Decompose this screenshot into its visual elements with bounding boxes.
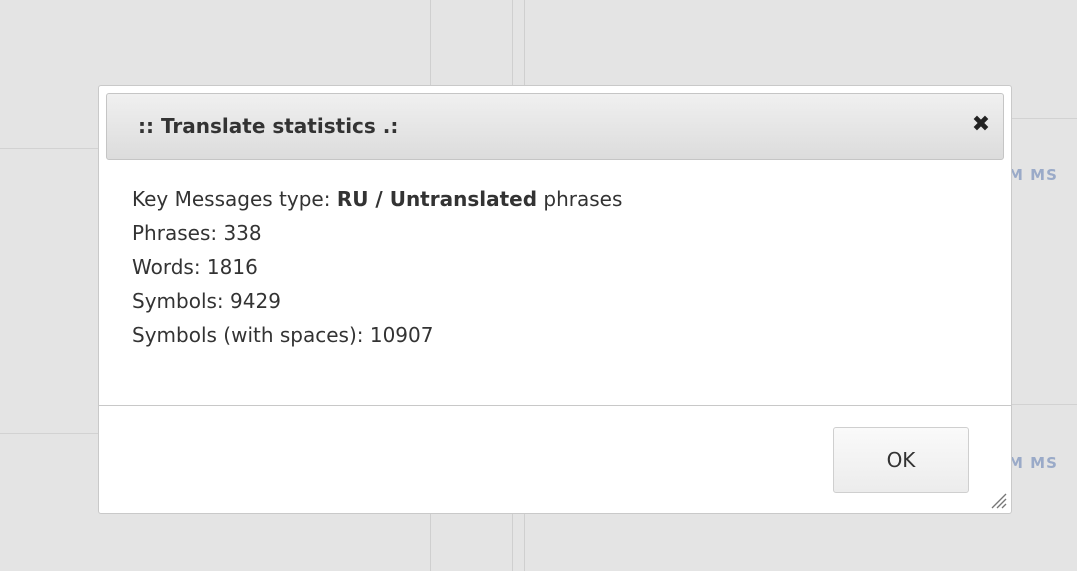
- message-type-line: Key Messages type: RU / Untranslated phr…: [132, 182, 622, 216]
- background-row-divider: [1012, 404, 1077, 405]
- ok-button[interactable]: OK: [833, 427, 969, 493]
- dialog-content: Key Messages type: RU / Untranslated phr…: [132, 182, 622, 352]
- background-link-row-2[interactable]: M MS: [1008, 454, 1058, 472]
- dialog-title: :: Translate statistics .:: [138, 114, 399, 138]
- background-row-divider: [0, 433, 98, 434]
- background-row-divider: [0, 148, 98, 149]
- close-icon[interactable]: ✖: [967, 111, 995, 139]
- translate-statistics-dialog: :: Translate statistics .: ✖ Key Message…: [98, 85, 1012, 514]
- background-row-divider: [1012, 118, 1077, 119]
- words-count: Words: 1816: [132, 255, 258, 279]
- resize-grip-icon[interactable]: [988, 490, 1008, 510]
- message-type-value: RU / Untranslated: [336, 187, 538, 211]
- symbols-with-spaces-count: Symbols (with spaces): 10907: [132, 323, 434, 347]
- dialog-titlebar[interactable]: :: Translate statistics .: ✖: [106, 93, 1004, 160]
- background-link-row-1[interactable]: M MS: [1008, 166, 1058, 184]
- phrases-count: Phrases: 338: [132, 221, 262, 245]
- symbols-count: Symbols: 9429: [132, 289, 281, 313]
- dialog-footer-divider: [99, 405, 1011, 406]
- message-type-suffix: phrases: [537, 187, 623, 211]
- message-type-prefix: Key Messages type:: [132, 187, 337, 211]
